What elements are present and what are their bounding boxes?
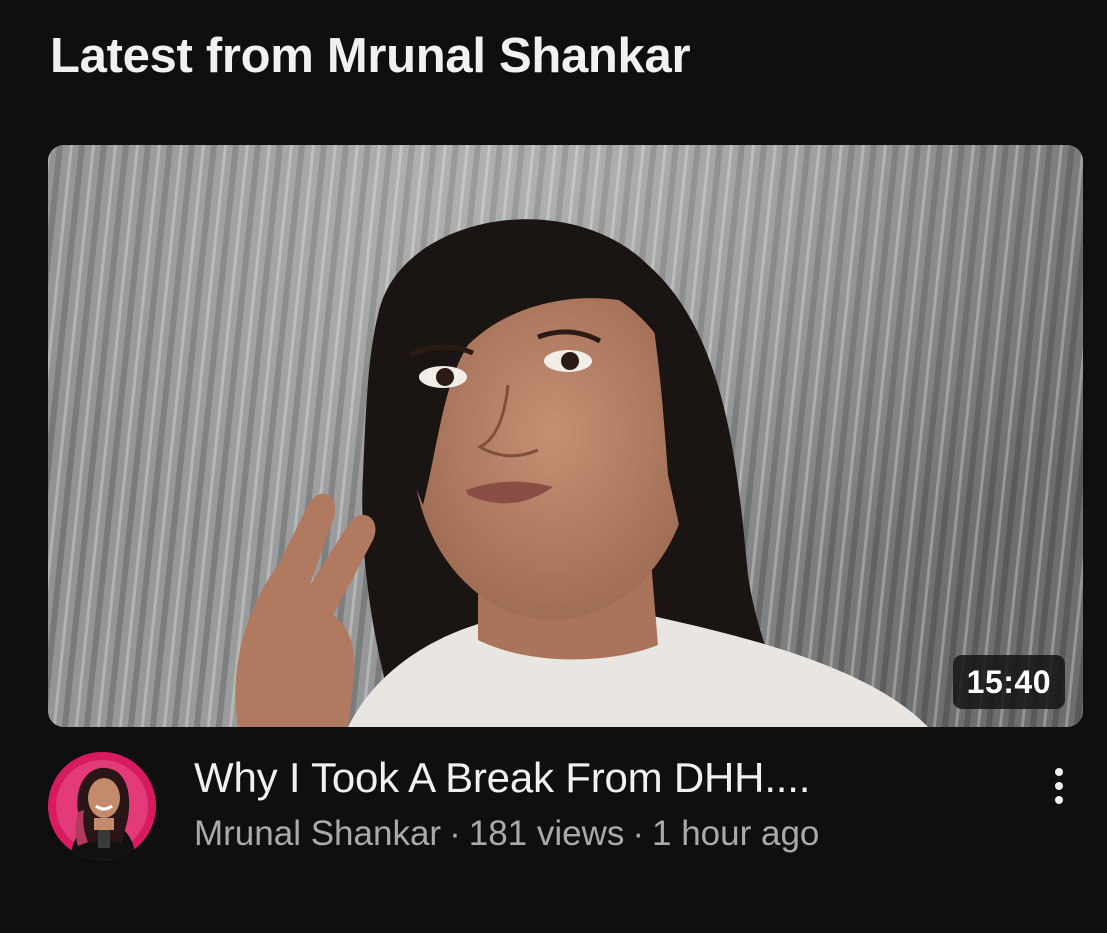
channel-avatar[interactable] [48,752,156,860]
channel-latest-section: Latest from Mrunal Shankar 15:40 Why I T… [0,0,1107,933]
separator: · [449,814,461,853]
section-title: Latest from Mrunal Shankar [50,29,691,83]
video-subtitle: Mrunal Shankar · 181 views · 1 hour ago [194,814,819,854]
duration-badge: 15:40 [952,655,1065,709]
separator: · [632,814,645,853]
view-count: 181 views [468,814,625,853]
channel-name[interactable]: Mrunal Shankar [194,814,441,853]
video-title[interactable]: Why I Took A Break From DHH.... [194,754,810,802]
video-thumbnail[interactable]: 15:40 [48,145,1083,727]
more-vertical-icon[interactable] [1041,756,1077,816]
upload-age: 1 hour ago [652,814,820,853]
avatar-image [48,752,156,860]
thumbnail-image [48,145,1083,727]
video-meta-row: Why I Took A Break From DHH.... Mrunal S… [48,752,1083,862]
